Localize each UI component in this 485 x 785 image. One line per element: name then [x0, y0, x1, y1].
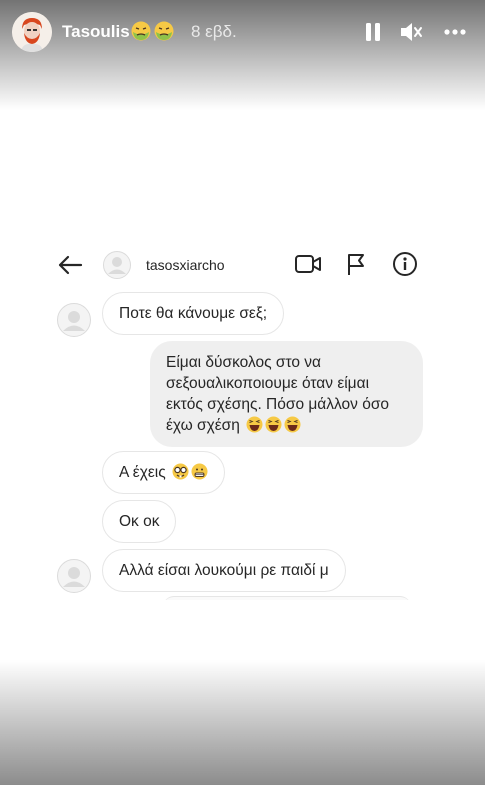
- chat-screenshot: tasosxiarcho Ποτε θα κάνουμε σεξ; Είμαι …: [41, 245, 438, 600]
- sender-avatar: [57, 303, 91, 337]
- video-call-icon: [294, 253, 322, 275]
- message-incoming: Αλλά είσαι λουκούμι ρε παιδί μ: [102, 549, 346, 592]
- story-user-avatar[interactable]: [12, 12, 52, 52]
- message-text: Οκ οκ: [119, 513, 160, 530]
- username-emojis: [131, 21, 174, 41]
- laughing-face-icon: [265, 416, 282, 433]
- story-header: Tasoulis 8 εβδ.: [12, 12, 473, 52]
- message-text-line: Είμαι δύσκολος στο να: [166, 354, 321, 371]
- message-incoming: Οκ οκ: [102, 500, 177, 543]
- cropped-message: [163, 596, 411, 600]
- message-text-line: σεξουαλικοποιουμε όταν είμαι: [166, 375, 370, 392]
- info-icon: [392, 251, 418, 277]
- laughing-face-icon: [284, 416, 301, 433]
- contact-username: tasosxiarcho: [146, 257, 225, 273]
- message-outgoing: Είμαι δύσκολος στο να σεξουαλικοποιουμε …: [150, 341, 423, 447]
- sender-avatar: [57, 559, 91, 593]
- message-incoming: Ποτε θα κάνουμε σεξ;: [102, 292, 285, 335]
- nauseated-face-icon: [154, 21, 174, 41]
- flag-icon: [345, 252, 367, 276]
- message-text-line: έχω σχέση: [166, 417, 240, 434]
- bottom-gradient: [0, 660, 485, 785]
- laughing-face-icon: [246, 416, 263, 433]
- story-timestamp: 8 εβδ.: [191, 22, 237, 41]
- message-text: Αλλά είσαι λουκούμι ρε παιδί μ: [119, 562, 329, 579]
- nauseated-face-icon: [131, 21, 151, 41]
- story-username[interactable]: Tasoulis: [62, 22, 130, 42]
- message-incoming: Α έχεις: [102, 451, 225, 494]
- message-text: Ποτε θα κάνουμε σεξ;: [119, 305, 268, 322]
- back-arrow-icon: [55, 253, 85, 277]
- message-text-line: εκτός σχέσης. Πόσο μάλλον όσο: [166, 396, 390, 413]
- pause-icon[interactable]: [360, 19, 386, 45]
- message-text: Α έχεις: [119, 464, 166, 481]
- nerd-face-icon: [172, 463, 189, 480]
- more-options-icon[interactable]: [442, 19, 468, 45]
- contact-avatar: [103, 251, 131, 279]
- mute-icon[interactable]: [398, 19, 424, 45]
- grimacing-face-icon: [191, 463, 208, 480]
